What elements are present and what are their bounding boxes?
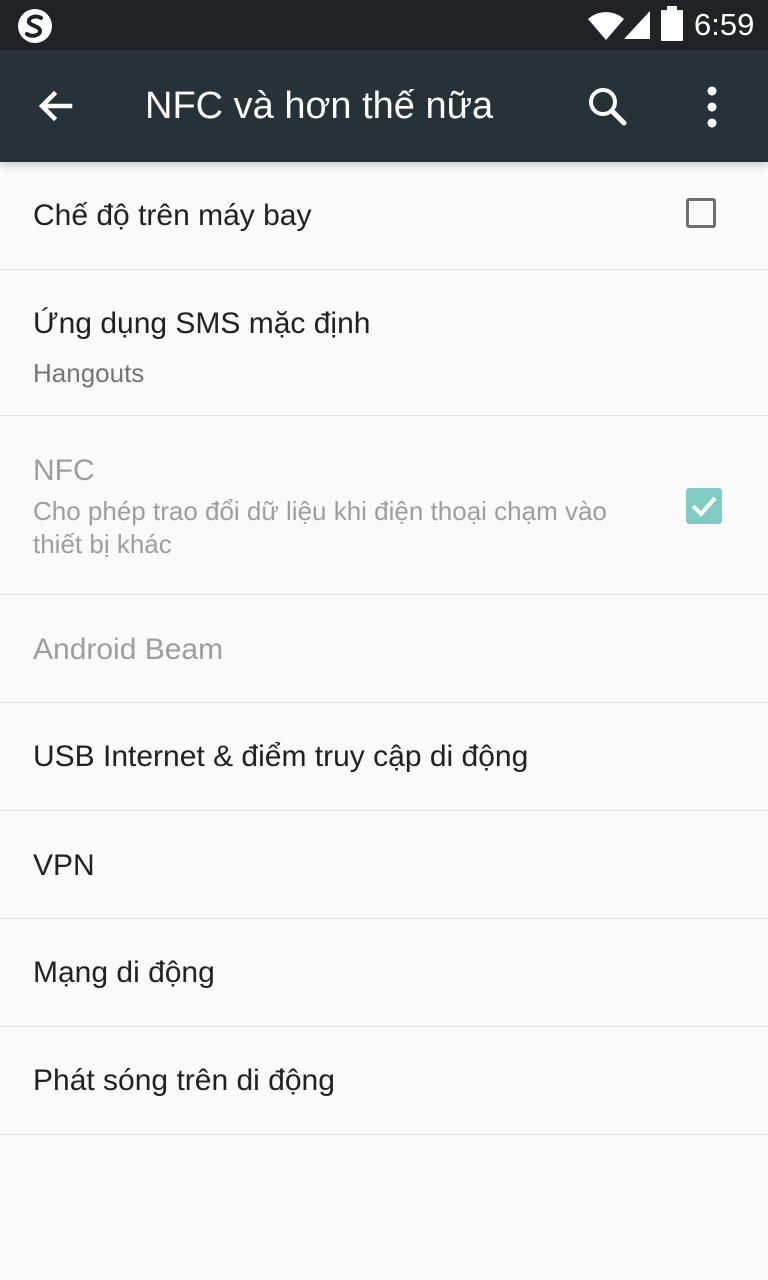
wifi-icon: [588, 12, 624, 40]
back-arrow-icon[interactable]: [32, 82, 80, 130]
setting-default-sms-app[interactable]: Ứng dụng SMS mặc định Hangouts: [0, 270, 768, 416]
signal-icon: [624, 11, 650, 39]
setting-summary: Hangouts: [33, 358, 145, 388]
setting-title: Phát sóng trên di động: [33, 1064, 335, 1097]
setting-title: USB Internet & điểm truy cập di động: [33, 740, 529, 773]
app-s-icon: [18, 9, 52, 43]
setting-title: Mạng di động: [33, 956, 215, 989]
setting-title: Chế độ trên máy bay: [33, 199, 312, 232]
setting-nfc[interactable]: NFC Cho phép trao đổi dữ liệu khi điện t…: [0, 416, 768, 595]
app-toolbar: NFC và hơn thế nữa: [0, 50, 768, 162]
setting-android-beam[interactable]: Android Beam: [0, 595, 768, 703]
status-time: 6:59: [694, 7, 755, 42]
setting-title: NFC: [33, 454, 95, 487]
page-title: NFC và hơn thế nữa: [145, 85, 494, 127]
nfc-checkbox[interactable]: [686, 488, 722, 524]
setting-summary: Cho phép trao đổi dữ liệu khi điện thoại…: [33, 496, 607, 559]
setting-title: VPN: [33, 849, 95, 882]
setting-mobile-network[interactable]: Mạng di động: [0, 919, 768, 1027]
search-icon[interactable]: [584, 83, 632, 131]
status-bar: 6:59: [0, 0, 768, 50]
setting-title: Ứng dụng SMS mặc định: [33, 307, 371, 340]
setting-airplane-mode[interactable]: Chế độ trên máy bay: [0, 162, 768, 270]
setting-cell-broadcast[interactable]: Phát sóng trên di động: [0, 1027, 768, 1135]
more-vert-icon[interactable]: [688, 83, 736, 131]
settings-list: Chế độ trên máy bay Ứng dụng SMS mặc địn…: [0, 162, 768, 1135]
check-icon: [691, 496, 717, 517]
battery-icon: [661, 6, 683, 41]
setting-vpn[interactable]: VPN: [0, 811, 768, 919]
airplane-mode-checkbox[interactable]: [686, 198, 716, 228]
setting-title: Android Beam: [33, 633, 224, 666]
setting-usb-tethering-hotspot[interactable]: USB Internet & điểm truy cập di động: [0, 703, 768, 811]
